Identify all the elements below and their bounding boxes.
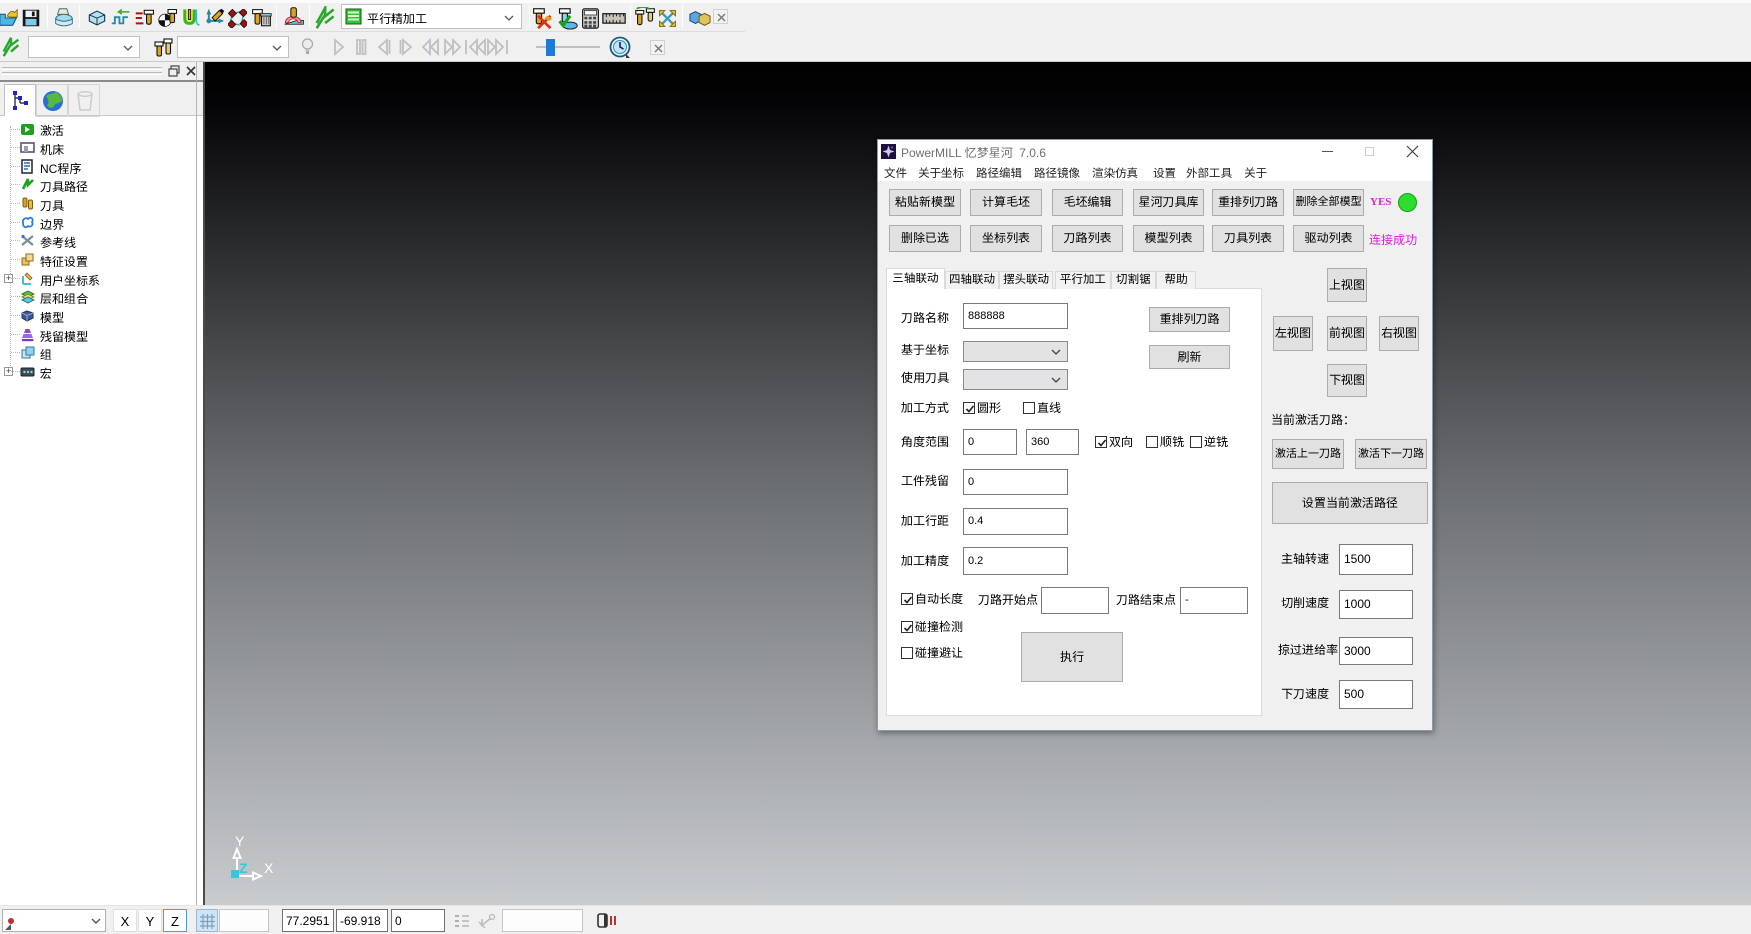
svg-text:Z: Z [239,860,248,876]
svg-text:X: X [264,860,274,876]
svg-text:Y: Y [235,833,245,849]
